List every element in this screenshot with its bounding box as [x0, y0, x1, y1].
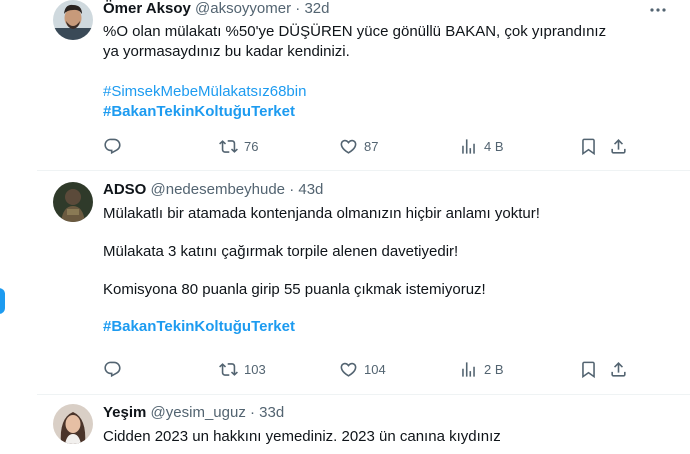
tweet-text: Cidden 2023 un hakkını yemediniz. 2023 ü…	[103, 427, 663, 447]
retweet-icon	[219, 139, 238, 153]
like-button[interactable]: 87	[339, 136, 378, 156]
views-button[interactable]: 4 B	[459, 136, 504, 156]
tweet-text-line: Cidden 2023 un hakkını yemediniz. 2023 ü…	[103, 428, 501, 445]
like-button[interactable]: 104	[339, 359, 386, 379]
author-name[interactable]: Ömer Aksoy	[103, 0, 191, 17]
retweet-count: 103	[244, 361, 266, 377]
views-count: 2 B	[484, 361, 504, 377]
bookmark-icon	[582, 361, 595, 378]
like-icon	[340, 139, 357, 154]
like-count: 104	[364, 361, 386, 377]
share-button[interactable]	[609, 359, 628, 379]
bookmark-icon	[582, 138, 595, 155]
separator-dot: ·	[289, 181, 295, 198]
tweet-text-line: Mülakatlı bir atamada kontenjanda olmanı…	[103, 205, 540, 222]
reply-icon	[104, 361, 121, 377]
avatar[interactable]	[53, 182, 93, 222]
author-handle[interactable]: @yesim_uguz	[151, 404, 246, 421]
tweet-header: Ömer Aksoy @aksoyyomer · 32d	[103, 0, 329, 20]
like-icon	[340, 362, 357, 377]
separator-dot: ·	[250, 404, 255, 421]
tweet-time[interactable]: 43d	[298, 181, 323, 198]
retweet-icon	[219, 362, 238, 376]
tweet-time[interactable]: 33d	[259, 404, 284, 421]
tweet[interactable]: Ömer Aksoy @aksoyyomer · 32d %O olan mül…	[37, 0, 690, 171]
left-edge	[0, 0, 8, 450]
bookmark-button[interactable]	[579, 136, 598, 156]
tweet-text: %O olan mülakatı %50'ye DÜŞÜREN yüce gön…	[103, 22, 663, 122]
tweet-text-line: ya yormasaydınız bu kadar kendinizi.	[103, 43, 350, 60]
hashtag-link[interactable]: #SimsekMebeMülakatsız68bin	[103, 82, 663, 102]
tweet-header: Yeşim @yesim_uguz · 33d	[103, 404, 284, 424]
avatar[interactable]	[53, 404, 93, 444]
author-handle[interactable]: @nedesembeyhude	[151, 181, 286, 198]
share-button[interactable]	[609, 136, 628, 156]
avatar[interactable]	[53, 0, 93, 40]
views-icon	[462, 138, 475, 154]
views-icon	[462, 361, 475, 377]
hashtag-link[interactable]: #BakanTekinKoltuğuTerket	[103, 102, 663, 122]
tweet-text: Mülakatlı bir atamada kontenjanda olmanı…	[103, 204, 663, 337]
retweet-button[interactable]: 76	[219, 136, 258, 156]
author-name[interactable]: Yeşim	[103, 404, 146, 421]
tweet[interactable]: Yeşim @yesim_uguz · 33d Cidden 2023 un h…	[37, 394, 690, 454]
views-count: 4 B	[484, 138, 504, 154]
share-icon	[611, 361, 626, 377]
tweet-text-line: %O olan mülakatı %50'ye DÜŞÜREN yüce gön…	[103, 23, 607, 40]
author-name[interactable]: ADSO	[103, 181, 146, 198]
tweet-time[interactable]: 32d	[304, 0, 329, 17]
views-button[interactable]: 2 B	[459, 359, 504, 379]
more-icon[interactable]	[648, 0, 668, 20]
compose-button-edge[interactable]	[0, 288, 5, 314]
reply-button[interactable]	[103, 359, 128, 379]
like-count: 87	[364, 138, 379, 154]
reply-icon	[104, 138, 121, 154]
separator-dot: ·	[295, 0, 301, 17]
retweet-count: 76	[244, 138, 259, 154]
tweet-text-line: Mülakata 3 katını çağırmak torpile alene…	[103, 243, 459, 260]
tweet-actions: 103 104 2 B	[103, 359, 643, 379]
share-icon	[611, 138, 626, 154]
tweet-actions: 76 87 4 B	[103, 136, 643, 156]
hashtag-link[interactable]: #BakanTekinKoltuğuTerket	[103, 317, 663, 337]
tweet-header: ADSO @nedesembeyhude · 43d	[103, 181, 323, 201]
tweet[interactable]: ADSO @nedesembeyhude · 43d Mülakatlı bir…	[37, 170, 690, 395]
tweet-feed: Ömer Aksoy @aksoyyomer · 32d %O olan mül…	[37, 0, 690, 450]
author-handle[interactable]: @aksoyyomer	[195, 0, 291, 17]
reply-button[interactable]	[103, 136, 128, 156]
tweet-text-line: Komisyona 80 puanla girip 55 puanla çıkm…	[103, 281, 486, 298]
bookmark-button[interactable]	[579, 359, 598, 379]
retweet-button[interactable]: 103	[219, 359, 266, 379]
